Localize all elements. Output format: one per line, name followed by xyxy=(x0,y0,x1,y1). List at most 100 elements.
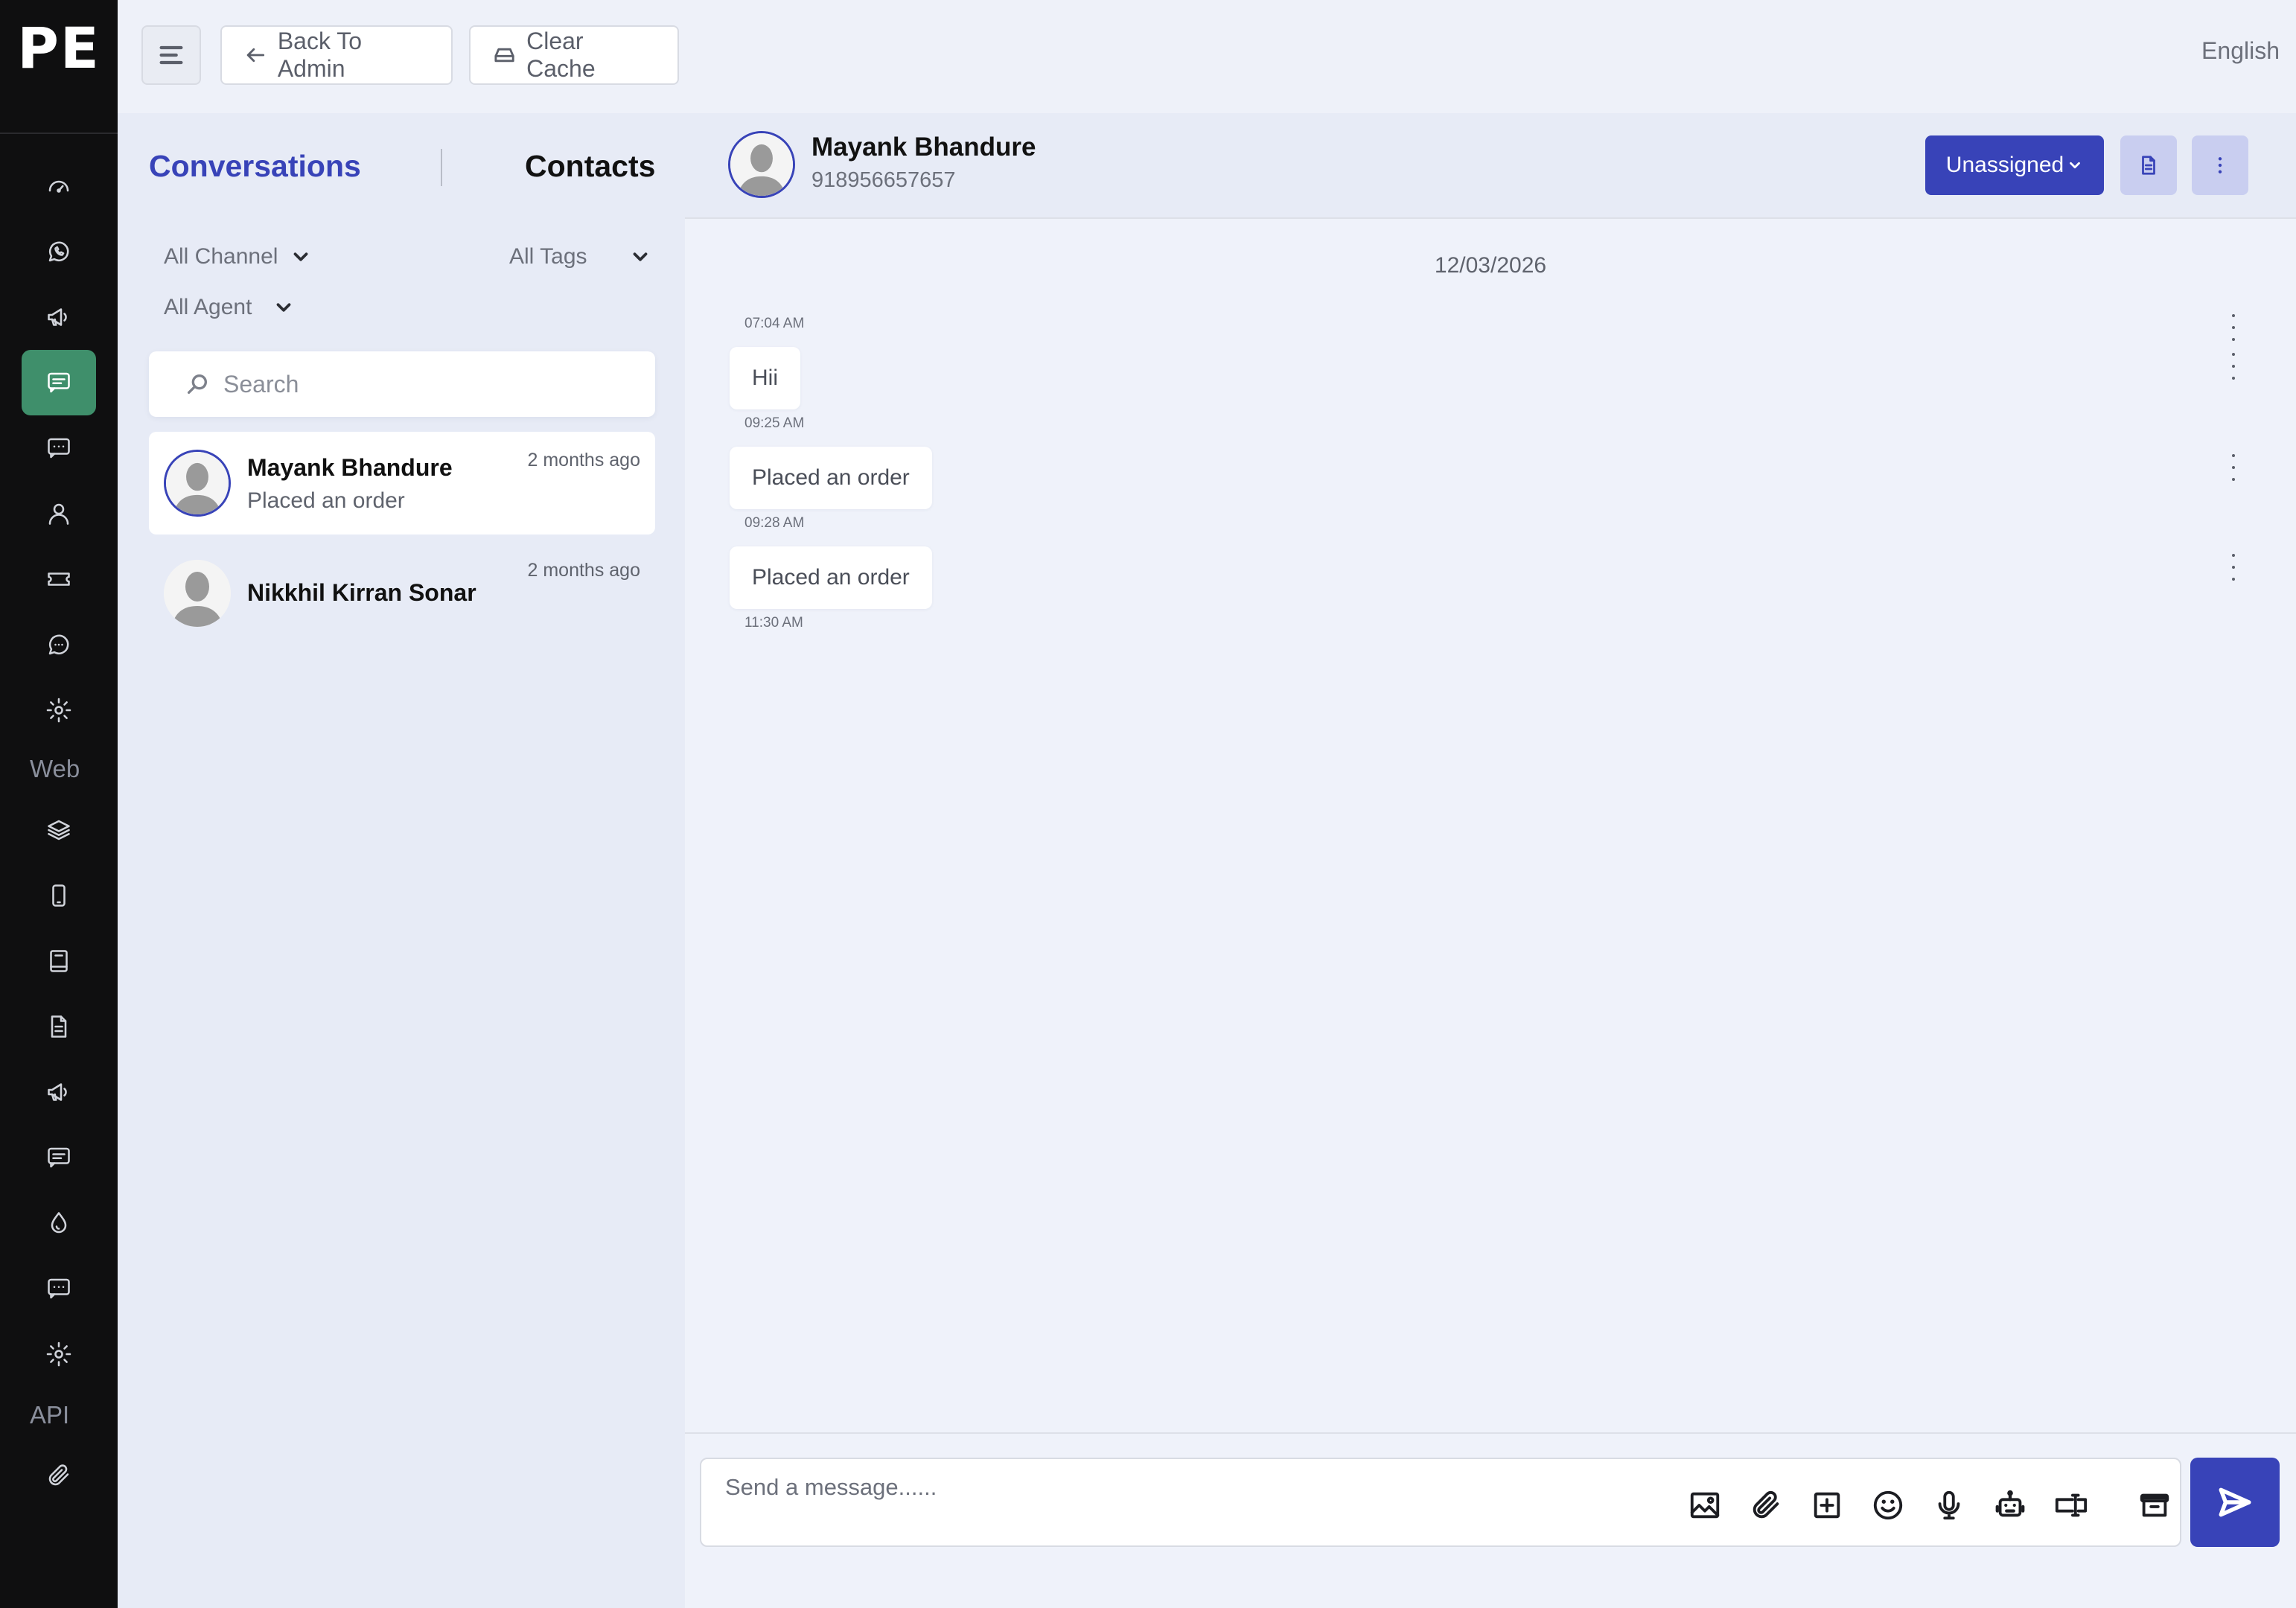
message-icon xyxy=(48,1147,70,1168)
message-options-button[interactable] xyxy=(2226,554,2241,581)
contact-time: 2 months ago xyxy=(527,560,641,581)
archive-button[interactable] xyxy=(2134,1484,2175,1526)
message-options-button[interactable] xyxy=(2226,454,2241,481)
sidebar-item-whatsapp[interactable] xyxy=(22,219,96,284)
send-icon xyxy=(2219,1487,2251,1517)
message-time: 07:04 AM xyxy=(744,316,805,331)
date-separator: 12/03/2026 xyxy=(1434,253,1547,278)
sidebar-section-web: Web xyxy=(30,755,80,782)
conversation-item[interactable]: Nikkhil Kirran Sonar 2 months ago xyxy=(149,542,655,645)
sidebar-section-api: API xyxy=(30,1401,70,1429)
sidebar-item-web-layers[interactable] xyxy=(22,797,96,863)
robot-icon xyxy=(1995,1490,2025,1517)
gear-icon xyxy=(46,698,71,723)
filter-tags-label: All Tags xyxy=(509,244,587,269)
sidebar: PE Web API xyxy=(0,0,118,1608)
message-time: 09:28 AM xyxy=(744,515,805,531)
sidebar-item-contacts[interactable] xyxy=(22,481,96,546)
contact-time: 2 months ago xyxy=(527,450,641,470)
composer-area xyxy=(685,1432,2296,1608)
composer xyxy=(700,1458,2181,1547)
sidebar-item-web-chat[interactable] xyxy=(22,1256,96,1321)
filter-channel-label: All Channel xyxy=(164,244,278,269)
megaphone-icon xyxy=(48,1083,67,1101)
user-icon xyxy=(48,503,69,525)
chat-options-button[interactable] xyxy=(2192,135,2248,195)
document-icon xyxy=(2142,156,2155,175)
assign-agent-dropdown[interactable]: Unassigned xyxy=(1925,135,2104,195)
voice-record-button[interactable] xyxy=(1928,1484,1970,1526)
tab-contacts[interactable]: Contacts xyxy=(525,149,655,184)
sidebar-item-web-drop[interactable] xyxy=(22,1190,96,1256)
sidebar-item-dashboard[interactable] xyxy=(22,153,96,219)
search-box xyxy=(149,351,655,417)
filter-channel-dropdown[interactable]: All Channel xyxy=(164,244,312,269)
message-time: 11:30 AM xyxy=(744,615,803,631)
text-field-button[interactable] xyxy=(2050,1484,2092,1526)
sidebar-item-web-campaigns[interactable] xyxy=(22,1059,96,1125)
emoji-button[interactable] xyxy=(1867,1484,1909,1526)
book-icon xyxy=(50,950,68,972)
conversation-item[interactable]: Mayank Bhandure Placed an order 2 months… xyxy=(149,432,655,535)
message-options-button[interactable] xyxy=(2226,314,2241,341)
filter-tags-dropdown[interactable]: All Tags xyxy=(509,244,651,269)
filter-agent-dropdown[interactable]: All Agent xyxy=(164,295,295,320)
message-dots-icon xyxy=(48,438,70,459)
conversation-list-panel: Conversations Contacts All Channel All T… xyxy=(118,113,685,1608)
chat-contact-name: Mayank Bhandure xyxy=(811,133,1036,162)
microphone-icon xyxy=(1938,1490,1960,1520)
sidebar-item-settings[interactable] xyxy=(22,677,96,743)
hamburger-icon xyxy=(159,45,183,65)
search-input[interactable] xyxy=(223,370,640,398)
sidebar-item-chatbot[interactable] xyxy=(22,612,96,677)
layers-icon xyxy=(48,820,70,840)
search-icon xyxy=(187,374,208,395)
image-icon xyxy=(1690,1492,1720,1519)
assign-label: Unassigned xyxy=(1945,153,2064,177)
megaphone-icon xyxy=(48,308,67,326)
chevron-down-icon xyxy=(2070,162,2081,169)
message-dots-icon xyxy=(48,1278,70,1299)
sidebar-item-messages[interactable] xyxy=(22,415,96,481)
plus-square-icon xyxy=(1814,1492,1840,1519)
document-icon xyxy=(51,1015,67,1038)
clear-cache-button[interactable]: Clear Cache xyxy=(469,25,679,85)
tab-conversations[interactable]: Conversations xyxy=(149,149,361,184)
message-input[interactable] xyxy=(725,1474,1619,1501)
contact-preview: Placed an order xyxy=(247,488,405,513)
menu-toggle-button[interactable] xyxy=(141,25,201,85)
language-selector[interactable]: English xyxy=(2201,37,2280,65)
sidebar-item-web-mobile[interactable] xyxy=(22,863,96,928)
app-logo: PE xyxy=(0,0,118,134)
add-template-button[interactable] xyxy=(1806,1484,1848,1526)
sidebar-item-api-attachments[interactable] xyxy=(22,1443,96,1508)
sidebar-item-web-document[interactable] xyxy=(22,994,96,1059)
mobile-icon xyxy=(52,884,66,907)
sidebar-item-web-book[interactable] xyxy=(22,928,96,994)
clear-cache-label: Clear Cache xyxy=(526,28,596,82)
chat-icon xyxy=(48,372,70,393)
message-bubble: Hii xyxy=(730,347,800,409)
sidebar-item-web-messages[interactable] xyxy=(22,1125,96,1190)
chat-contact-phone: 918956657657 xyxy=(811,168,956,192)
chevron-down-icon xyxy=(633,252,647,261)
send-button[interactable] xyxy=(2190,1458,2280,1547)
archive-icon xyxy=(2140,1493,2169,1517)
attach-file-button[interactable] xyxy=(1745,1484,1787,1526)
ticket-icon xyxy=(48,572,70,586)
message-time: 09:25 AM xyxy=(744,415,805,431)
image-button[interactable] xyxy=(1684,1484,1726,1526)
message-options-button[interactable] xyxy=(2226,353,2241,380)
notes-button[interactable] xyxy=(2120,135,2177,195)
sidebar-item-campaigns[interactable] xyxy=(22,284,96,350)
sidebar-item-web-settings[interactable] xyxy=(22,1321,96,1387)
paperclip-icon xyxy=(1753,1490,1779,1519)
message-bubble: Placed an order xyxy=(730,546,932,609)
back-to-admin-label: Back To Admin xyxy=(277,28,363,82)
sidebar-item-tickets[interactable] xyxy=(22,546,96,612)
dashboard-icon xyxy=(48,180,69,193)
back-to-admin-button[interactable]: Back To Admin xyxy=(220,25,453,85)
bot-chat-icon xyxy=(48,634,69,655)
chatbot-button[interactable] xyxy=(1989,1484,2031,1526)
sidebar-item-conversations[interactable] xyxy=(22,350,96,415)
